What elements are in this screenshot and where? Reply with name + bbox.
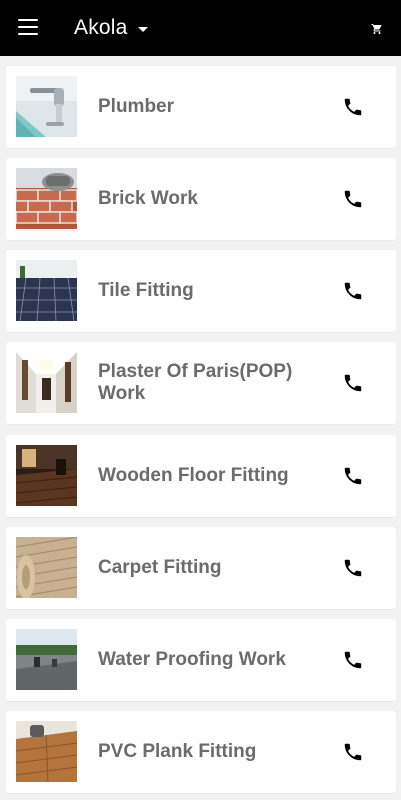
- service-card-pop-work[interactable]: Plaster Of Paris(POP) Work: [6, 342, 396, 424]
- service-title: PVC Plank Fitting: [98, 741, 257, 762]
- wooden-floor-thumbnail: [16, 445, 77, 506]
- service-card-carpet-fitting[interactable]: Carpet Fitting: [6, 527, 396, 609]
- menu-icon-line: [18, 33, 38, 36]
- cart-icon-graphic: [371, 24, 382, 34]
- plumber-thumbnail: [16, 76, 77, 137]
- service-card-pvc-plank-fitting[interactable]: PVC Plank Fitting: [6, 711, 396, 793]
- city-name: Akola: [74, 16, 128, 39]
- caret-down-icon: [137, 26, 148, 32]
- brick-work-thumbnail: [16, 168, 77, 229]
- service-title: Tile Fitting: [98, 280, 194, 301]
- service-title: Brick Work: [98, 188, 198, 209]
- service-card-brick-work[interactable]: Brick Work: [6, 158, 396, 240]
- service-title: Wooden Floor Fitting: [98, 465, 289, 486]
- menu-icon-line: [18, 19, 38, 22]
- pop-work-thumbnail: [16, 352, 77, 413]
- phone-icon[interactable]: [342, 280, 364, 302]
- service-card-tile-fitting[interactable]: Tile Fitting: [6, 250, 396, 332]
- phone-icon[interactable]: [342, 188, 364, 210]
- city-selector[interactable]: Akola: [74, 14, 148, 42]
- phone-icon[interactable]: [342, 372, 364, 394]
- water-proofing-thumbnail: [16, 629, 77, 690]
- menu-icon[interactable]: [18, 18, 38, 36]
- menu-icon-line: [18, 26, 38, 29]
- service-card-wooden-floor-fitting[interactable]: Wooden Floor Fitting: [6, 435, 396, 517]
- cart-icon[interactable]: [371, 22, 383, 34]
- phone-icon[interactable]: [342, 465, 364, 487]
- phone-icon[interactable]: [342, 741, 364, 763]
- service-title: Plaster Of Paris(POP) Work: [98, 361, 293, 404]
- phone-icon[interactable]: [342, 557, 364, 579]
- carpet-fitting-thumbnail: [16, 537, 77, 598]
- service-card-plumber[interactable]: Plumber: [6, 66, 396, 148]
- app-bar: Akola: [0, 0, 401, 56]
- service-card-water-proofing-work[interactable]: Water Proofing Work: [6, 619, 396, 701]
- phone-icon[interactable]: [342, 96, 364, 118]
- phone-icon[interactable]: [342, 649, 364, 671]
- pvc-plank-thumbnail: [16, 721, 77, 782]
- tile-fitting-thumbnail: [16, 260, 77, 321]
- service-title: Plumber: [98, 96, 175, 117]
- service-title: Carpet Fitting: [98, 557, 222, 578]
- service-title: Water Proofing Work: [98, 649, 286, 670]
